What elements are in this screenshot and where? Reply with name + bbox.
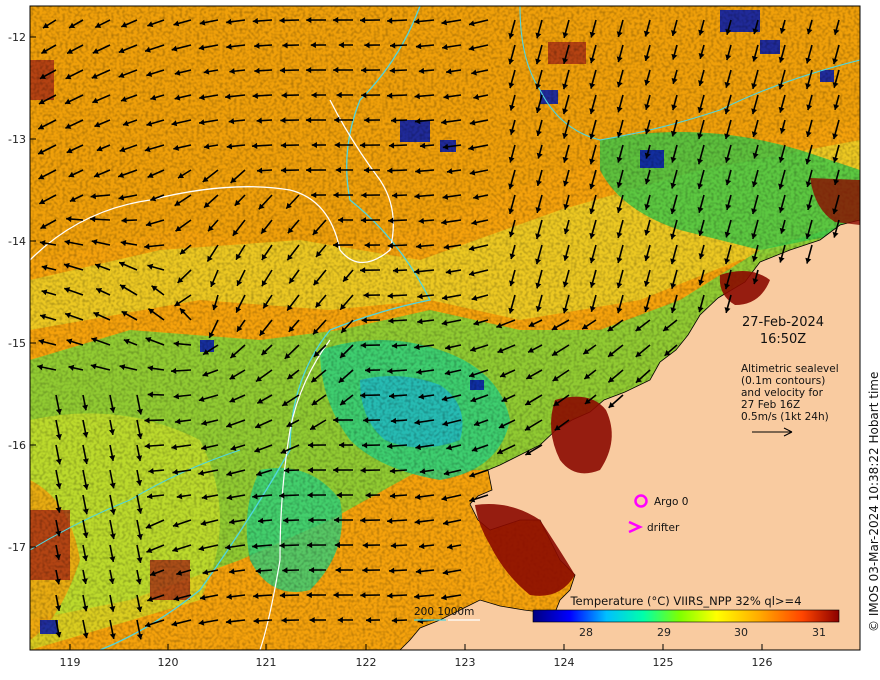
lon-label: 123 xyxy=(455,656,476,669)
colorbar-tick: 29 xyxy=(657,626,671,639)
lat-label: -17 xyxy=(8,541,26,554)
lon-label: 119 xyxy=(60,656,81,669)
lat-label: -14 xyxy=(8,235,26,248)
colorbar xyxy=(532,609,840,623)
drifter-label: drifter xyxy=(647,522,680,534)
altimetry-line: and velocity for xyxy=(741,387,824,399)
time-label: 16:50Z xyxy=(760,332,806,347)
date-label: 27-Feb-2024 xyxy=(742,315,824,330)
lat-label: -16 xyxy=(8,439,26,452)
lon-label: 122 xyxy=(356,656,377,669)
colorbar-tick: 30 xyxy=(734,626,748,639)
altimetry-line: 0.5m/s (1kt 24h) xyxy=(741,411,829,423)
altimetry-line: 27 Feb 16Z xyxy=(741,399,800,411)
lat-label: -12 xyxy=(8,31,26,44)
colorbar-title: Temperature (°C) VIIRS_NPP 32% ql>=4 xyxy=(569,594,801,608)
colorbar-tick: 28 xyxy=(579,626,593,639)
argo-label: Argo 0 xyxy=(654,496,688,508)
lon-label: 121 xyxy=(256,656,277,669)
lat-label: -15 xyxy=(8,337,26,350)
altimetry-line: Altimetric sealevel xyxy=(741,363,839,375)
credit-text: © IMOS 03-Mar-2024 10:38:22 Hobart time xyxy=(867,372,880,632)
lon-label: 124 xyxy=(554,656,575,669)
lat-label: -13 xyxy=(8,133,26,146)
depth-legend: 200 1000m xyxy=(414,606,474,618)
colorbar-tick: 31 xyxy=(812,626,826,639)
sst-map: -12 -13 -14 -15 -16 -17 119 120 121 122 … xyxy=(8,5,880,669)
altimetry-line: (0.1m contours) xyxy=(741,375,825,387)
lon-label: 125 xyxy=(653,656,674,669)
lon-label: 126 xyxy=(752,656,773,669)
lon-label: 120 xyxy=(158,656,179,669)
